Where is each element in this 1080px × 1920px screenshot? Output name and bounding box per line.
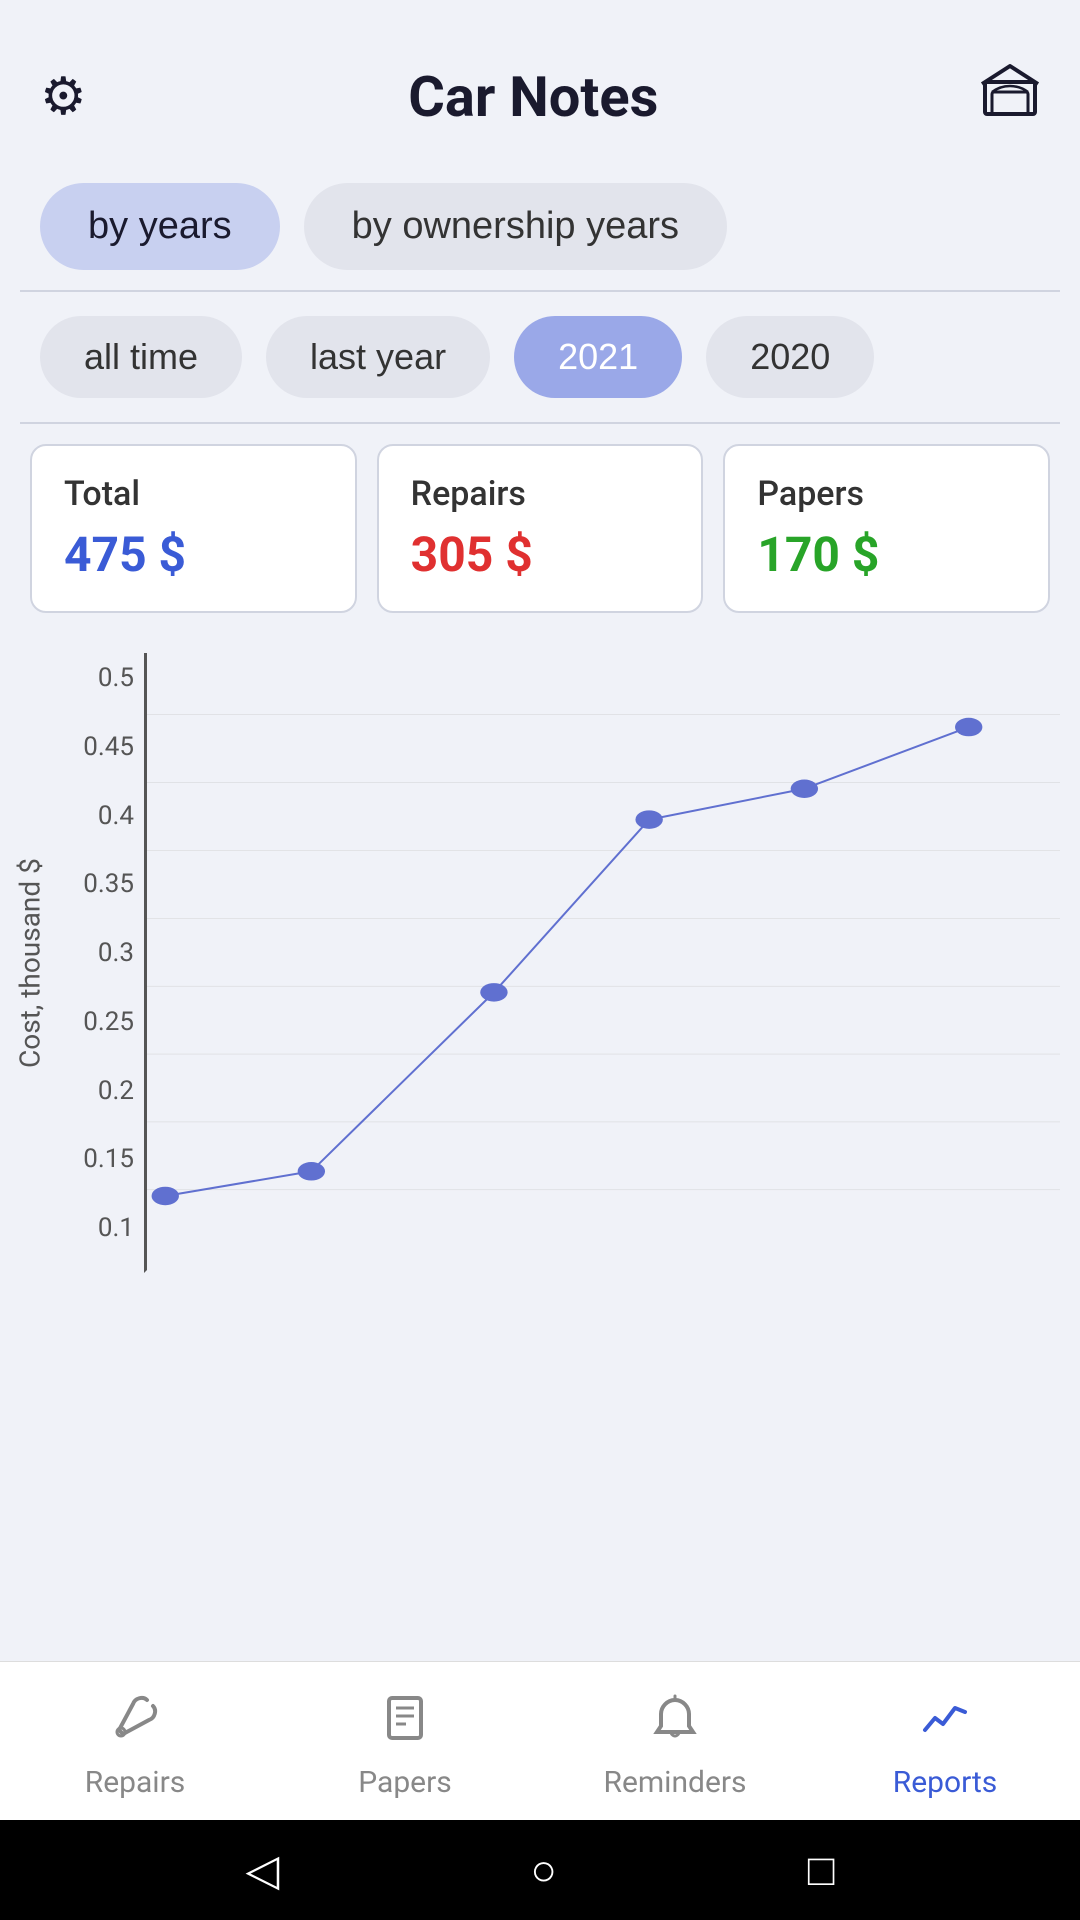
line-chart bbox=[147, 653, 1060, 1270]
y-label-2: 0.2 bbox=[54, 1076, 134, 1106]
repairs-icon bbox=[109, 1692, 161, 1757]
filter-by-ownership-years[interactable]: by ownership years bbox=[304, 183, 727, 270]
filter-2021[interactable]: 2021 bbox=[514, 316, 682, 398]
y-label-4: 0.3 bbox=[54, 938, 134, 968]
total-card: Total 475 $ bbox=[30, 444, 357, 613]
y-label-0: 0.1 bbox=[54, 1213, 134, 1243]
papers-value: 170 $ bbox=[757, 526, 1016, 583]
reminders-icon bbox=[649, 1692, 701, 1757]
chart-wrap: Cost, thousand $ 0.1 0.15 0.2 0.25 0.3 0… bbox=[10, 653, 1060, 1273]
chart-container: Cost, thousand $ 0.1 0.15 0.2 0.25 0.3 0… bbox=[0, 633, 1080, 1661]
app-title: Car Notes bbox=[87, 64, 980, 130]
filter-row-2: all time last year 2021 2020 bbox=[0, 292, 1080, 422]
chart-plot bbox=[144, 653, 1060, 1273]
chart-inner: 0.1 0.15 0.2 0.25 0.3 0.35 0.4 0.45 0.5 bbox=[54, 653, 1060, 1273]
android-recent-button[interactable]: □ bbox=[808, 1844, 835, 1896]
car-garage-icon[interactable] bbox=[980, 60, 1040, 133]
y-labels: 0.1 0.15 0.2 0.25 0.3 0.35 0.4 0.45 0.5 bbox=[54, 653, 144, 1273]
filter-row-1: by years by ownership years bbox=[0, 163, 1080, 290]
filter-2020[interactable]: 2020 bbox=[706, 316, 874, 398]
papers-icon bbox=[379, 1692, 431, 1757]
repairs-value: 305 $ bbox=[411, 526, 670, 583]
bottom-nav: Repairs Papers Reminders R bbox=[0, 1661, 1080, 1820]
y-label-7: 0.45 bbox=[54, 732, 134, 762]
repairs-label: Repairs bbox=[411, 474, 670, 514]
total-value: 475 $ bbox=[64, 526, 323, 583]
nav-repairs-label: Repairs bbox=[85, 1765, 186, 1800]
y-label-3: 0.25 bbox=[54, 1007, 134, 1037]
nav-papers[interactable]: Papers bbox=[270, 1682, 540, 1810]
y-label-5: 0.35 bbox=[54, 869, 134, 899]
android-back-button[interactable]: ◁ bbox=[246, 1844, 280, 1896]
nav-reminders[interactable]: Reminders bbox=[540, 1682, 810, 1810]
y-label-8: 0.5 bbox=[54, 663, 134, 693]
y-label-1: 0.15 bbox=[54, 1144, 134, 1174]
repairs-card: Repairs 305 $ bbox=[377, 444, 704, 613]
reports-icon bbox=[919, 1692, 971, 1757]
filter-last-year[interactable]: last year bbox=[266, 316, 490, 398]
android-home-button[interactable]: ○ bbox=[530, 1844, 557, 1896]
y-axis-label: Cost, thousand $ bbox=[10, 653, 50, 1273]
filter-all-time[interactable]: all time bbox=[40, 316, 242, 398]
nav-papers-label: Papers bbox=[358, 1765, 452, 1800]
nav-reports-label: Reports bbox=[893, 1765, 998, 1800]
y-label-6: 0.4 bbox=[54, 801, 134, 831]
total-label: Total bbox=[64, 474, 323, 514]
nav-repairs[interactable]: Repairs bbox=[0, 1682, 270, 1810]
papers-card: Papers 170 $ bbox=[723, 444, 1050, 613]
nav-reminders-label: Reminders bbox=[603, 1765, 746, 1800]
papers-label: Papers bbox=[757, 474, 1016, 514]
android-nav-bar: ◁ ○ □ bbox=[0, 1820, 1080, 1920]
nav-reports[interactable]: Reports bbox=[810, 1682, 1080, 1810]
header: ⚙ Car Notes bbox=[0, 0, 1080, 163]
filter-by-years[interactable]: by years bbox=[40, 183, 280, 270]
summary-cards: Total 475 $ Repairs 305 $ Papers 170 $ bbox=[0, 424, 1080, 633]
settings-icon[interactable]: ⚙ bbox=[40, 66, 87, 127]
